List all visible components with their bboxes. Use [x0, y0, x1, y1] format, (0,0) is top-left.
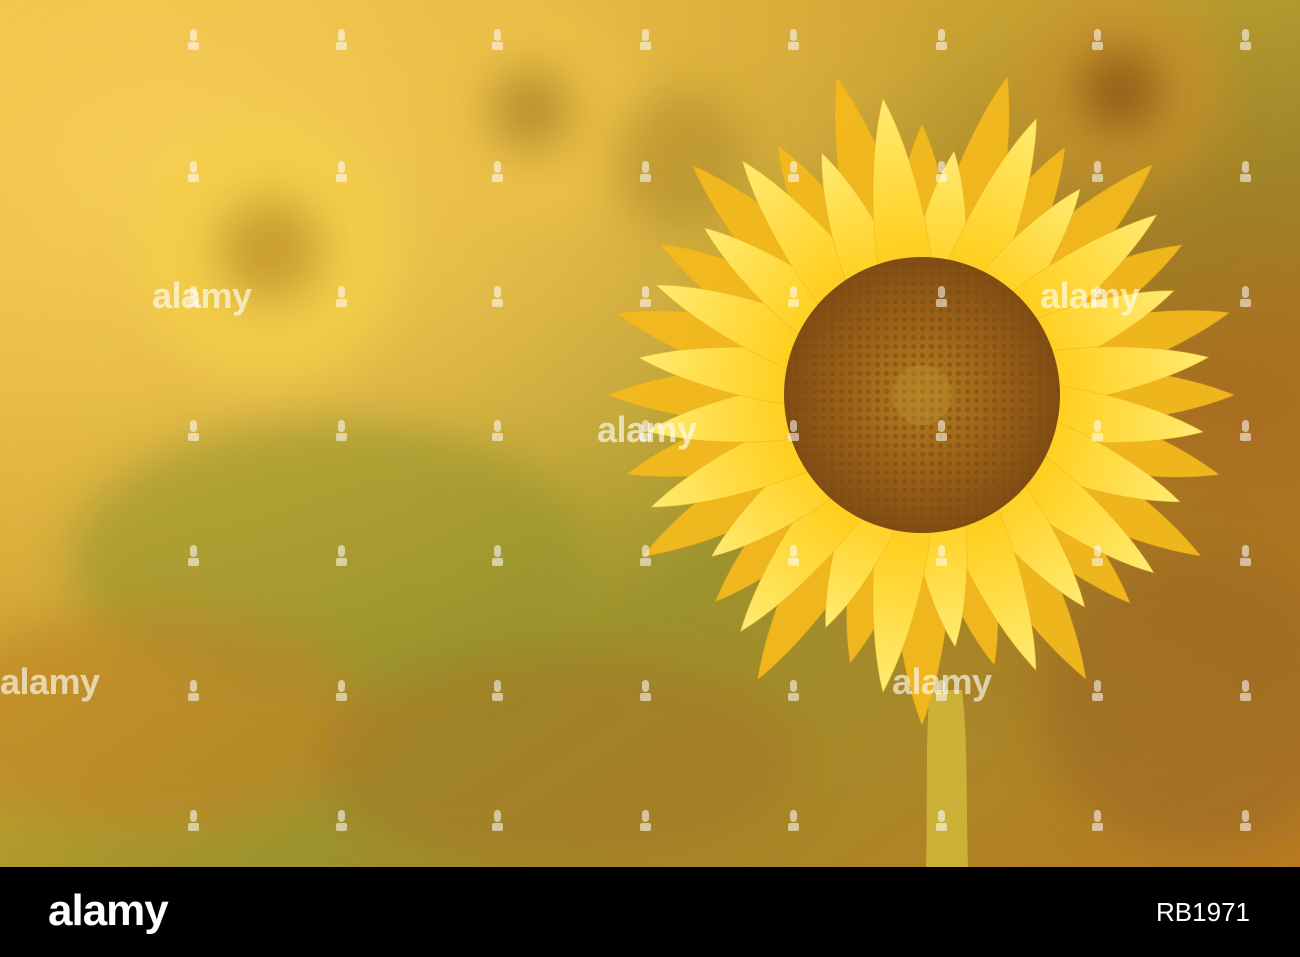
watermark-dot-icon — [936, 545, 947, 567]
watermark-dot-icon — [336, 545, 347, 567]
watermark-dot-icon — [492, 420, 503, 442]
watermark-dot-icon — [1092, 545, 1103, 567]
watermark-dot-icon — [1240, 680, 1251, 702]
watermark-dot-icon — [640, 680, 651, 702]
watermark-dot-icon — [640, 545, 651, 567]
watermark-dot-icon — [188, 286, 199, 308]
watermark-dot-icon — [188, 680, 199, 702]
watermark-text: alamy — [0, 661, 100, 702]
watermark-dot-icon — [336, 161, 347, 183]
watermark-dot-icon — [788, 29, 799, 51]
watermark-dot-icon — [492, 29, 503, 51]
watermark-dot-icon — [188, 29, 199, 51]
watermark-dot-icon — [336, 29, 347, 51]
watermark-dot-icon — [492, 286, 503, 308]
footer-bar: alamy RB1971 — [0, 867, 1300, 957]
watermark-dot-icon — [788, 545, 799, 567]
watermark-dot-icon — [336, 286, 347, 308]
image-id: RB1971 — [1156, 897, 1250, 927]
watermark-dot-icon — [788, 810, 799, 832]
watermark-dot-icon — [936, 161, 947, 183]
watermark-dot-icon — [936, 29, 947, 51]
image-canvas: alamy alamy alamy alamy alamy alamy RB19… — [0, 0, 1300, 957]
footer-logo: alamy — [48, 886, 169, 935]
watermark-dot-icon — [336, 680, 347, 702]
watermark-dot-icon — [188, 420, 199, 442]
watermark-dot-icon — [936, 810, 947, 832]
watermark-dot-icon — [1092, 29, 1103, 51]
watermark-dot-icon — [336, 810, 347, 832]
watermark-dot-icon — [188, 545, 199, 567]
watermark-dot-icon — [788, 420, 799, 442]
watermark-dot-icon — [640, 810, 651, 832]
watermark-text: alamy — [152, 275, 252, 316]
watermark-dot-icon — [1240, 545, 1251, 567]
sunflower-photo: alamy alamy alamy alamy alamy — [0, 0, 1300, 867]
watermark-dot-icon — [1092, 680, 1103, 702]
watermark-dot-icon — [1092, 286, 1103, 308]
watermark-dot-icon — [640, 161, 651, 183]
watermark-dot-icon — [936, 680, 947, 702]
watermark-dot-icon — [1240, 29, 1251, 51]
watermark-dot-icon — [492, 810, 503, 832]
watermark-dot-icon — [788, 161, 799, 183]
watermark-dot-icon — [492, 680, 503, 702]
watermark-dot-icon — [1240, 161, 1251, 183]
watermark-dot-icon — [1092, 810, 1103, 832]
watermark-dot-icon — [640, 420, 651, 442]
watermark-dot-icon — [640, 29, 651, 51]
watermark-dot-icon — [936, 286, 947, 308]
watermark-dot-icon — [788, 680, 799, 702]
watermark-dot-icon — [188, 810, 199, 832]
watermark-text: alamy — [1040, 275, 1140, 316]
watermark-dot-icon — [188, 161, 199, 183]
watermark-dot-icon — [788, 286, 799, 308]
watermark-dot-icon — [936, 420, 947, 442]
watermark-dot-icon — [1092, 420, 1103, 442]
watermark-dot-icon — [1240, 286, 1251, 308]
watermark-dot-icon — [336, 420, 347, 442]
watermark-dot-icon — [492, 161, 503, 183]
watermark-dot-icon — [640, 286, 651, 308]
watermark-dot-icon — [492, 545, 503, 567]
watermark-dot-icon — [1092, 161, 1103, 183]
watermark-dot-icon — [1240, 420, 1251, 442]
watermark-dot-icon — [1240, 810, 1251, 832]
